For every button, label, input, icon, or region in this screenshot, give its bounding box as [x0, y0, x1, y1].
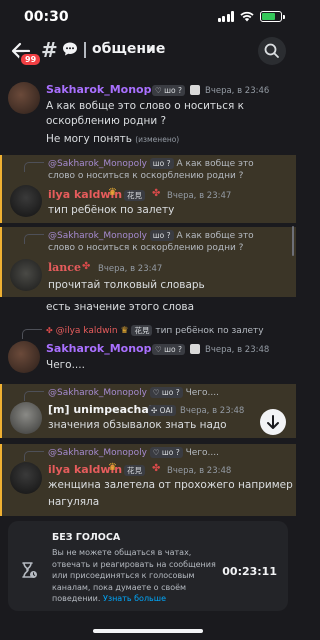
message-text: женщина залетела от прохожего например	[48, 479, 293, 491]
reply-connector	[24, 391, 44, 401]
avatar[interactable]	[10, 259, 42, 291]
app-screen: 00:30 99 # общение › Sakharok_Monopoly ♡…	[0, 0, 296, 640]
reply-preview[interactable]: @Sakharok_Monopoly ♡ шо ? Чего....	[48, 387, 219, 399]
signal-icon	[217, 11, 234, 22]
user-tag: ♡ шо ?	[149, 387, 183, 398]
chevron-right-icon[interactable]: ›	[149, 42, 154, 57]
unread-badge: 99	[19, 52, 43, 67]
emblem-icon: ✤	[152, 463, 161, 474]
message-item[interactable]: @Sakharok_Monopoly шо ? А как вобще это …	[0, 227, 296, 297]
reply-preview[interactable]: @Sakharok_Monopoly шо ? А как вобще это	[48, 230, 254, 242]
status-bar: 00:30	[0, 0, 296, 34]
reply-connector	[24, 162, 44, 172]
header-divider	[84, 42, 86, 58]
reply-connector	[24, 234, 44, 244]
message-text: Не могу понять (изменено)	[46, 133, 180, 145]
jump-to-present-button[interactable]	[260, 409, 286, 435]
reply-preview[interactable]: ✤ @ilya kaldwin ♛ 花見 тип ребёнок по зале…	[46, 325, 264, 337]
message-time: Вчера, в 23:48	[205, 345, 270, 355]
channel-header: 99 # общение ›	[0, 34, 296, 70]
wifi-icon	[240, 11, 254, 22]
chat-bubble-icon	[63, 42, 77, 56]
reply-preview[interactable]: @Sakharok_Monopoly шо ? А как вобще это	[48, 158, 254, 170]
user-tag: 花見	[124, 465, 145, 476]
user-tag: шо ?	[149, 230, 174, 241]
timeout-notice: БЕЗ ГОЛОСА Вы не можете общаться в чатах…	[8, 521, 288, 611]
message-text: оскорблению родни ?	[46, 115, 167, 127]
avatar[interactable]	[10, 402, 42, 434]
crown-icon: ♛	[108, 462, 117, 473]
message-text: нагуляла	[48, 496, 100, 508]
dice-icon	[190, 85, 200, 95]
message-time: Вчера, в 23:46	[205, 86, 270, 96]
arrow-down-icon	[267, 415, 279, 429]
reply-connector	[22, 329, 42, 339]
emblem-icon: ✤	[82, 261, 91, 272]
user-tag: 花見	[124, 190, 145, 201]
search-icon	[264, 43, 279, 58]
emblem-icon: ✤	[152, 188, 161, 199]
user-tag: 花見	[131, 325, 153, 336]
search-button[interactable]	[258, 37, 286, 65]
timeout-icon	[22, 562, 37, 578]
message-text: есть значение этого слова	[46, 301, 195, 313]
user-tag: шо ?	[149, 158, 174, 169]
user-tag: ♡ шо ?	[149, 447, 183, 458]
message-text: прочитай толковый словарь	[48, 279, 205, 291]
message-item[interactable]: Sakharok_Monopoly ♡ шо ? Вчера, в 23:46 …	[0, 80, 296, 150]
avatar[interactable]	[10, 185, 42, 217]
message-time: Вчера, в 23:47	[98, 264, 163, 274]
crown-icon: ♛	[108, 187, 117, 198]
message-item[interactable]: @Sakharok_Monopoly шо ? А как вобще это …	[0, 155, 296, 223]
message-item[interactable]: @Sakharok_Monopoly ♡ шо ? Чего.... [m] u…	[0, 384, 296, 438]
message-text: тип ребёнок по залету	[48, 204, 175, 216]
message-text: Чего....	[46, 359, 85, 371]
user-tag: ♡ шо ?	[152, 85, 185, 96]
status-time: 00:30	[24, 9, 69, 25]
message-time: Вчера, в 23:47	[167, 191, 232, 201]
battery-icon	[260, 11, 285, 22]
message-time: Вчера, в 23:48	[180, 406, 245, 416]
avatar[interactable]	[10, 462, 42, 494]
channel-name[interactable]: общение	[92, 41, 165, 57]
message-item[interactable]: ✤ @ilya kaldwin ♛ 花見 тип ребёнок по зале…	[0, 322, 296, 376]
user-tag: ✣ OAI	[148, 405, 176, 416]
user-tag: ♡ шо ?	[152, 344, 185, 355]
avatar[interactable]	[8, 341, 40, 373]
timeout-description: Вы не можете общаться в чатах, отвечать …	[52, 548, 216, 603]
dice-icon	[190, 344, 200, 354]
status-icons	[217, 11, 285, 22]
hash-icon: #	[41, 38, 58, 62]
reply-connector	[24, 451, 44, 461]
timeout-timer: 00:23:11	[222, 565, 277, 578]
timeout-title: БЕЗ ГОЛОСА	[52, 532, 121, 543]
home-indicator[interactable]	[93, 629, 203, 633]
avatar[interactable]	[8, 82, 40, 114]
message-text: значения обзывалок знать надо	[48, 419, 227, 431]
message-item[interactable]: есть значение этого слова	[0, 298, 296, 318]
message-author[interactable]: lance	[48, 261, 81, 274]
learn-more-link[interactable]: Узнать больше	[103, 594, 166, 603]
reply-preview-line2: слово о носиться к оскорблению родни ?	[48, 171, 244, 181]
scrollbar[interactable]	[292, 226, 294, 256]
reply-preview[interactable]: @Sakharok_Monopoly ♡ шо ? Чего....	[48, 447, 219, 459]
message-time: Вчера, в 23:48	[167, 466, 232, 476]
edited-label: (изменено)	[135, 135, 180, 144]
message-item[interactable]: @Sakharok_Monopoly ♡ шо ? Чего.... ilya …	[0, 444, 296, 516]
reply-preview-line2: слово о носиться к оскорблению родни ?	[48, 243, 244, 253]
message-text: А как вобще это слово о носиться к	[46, 100, 244, 112]
